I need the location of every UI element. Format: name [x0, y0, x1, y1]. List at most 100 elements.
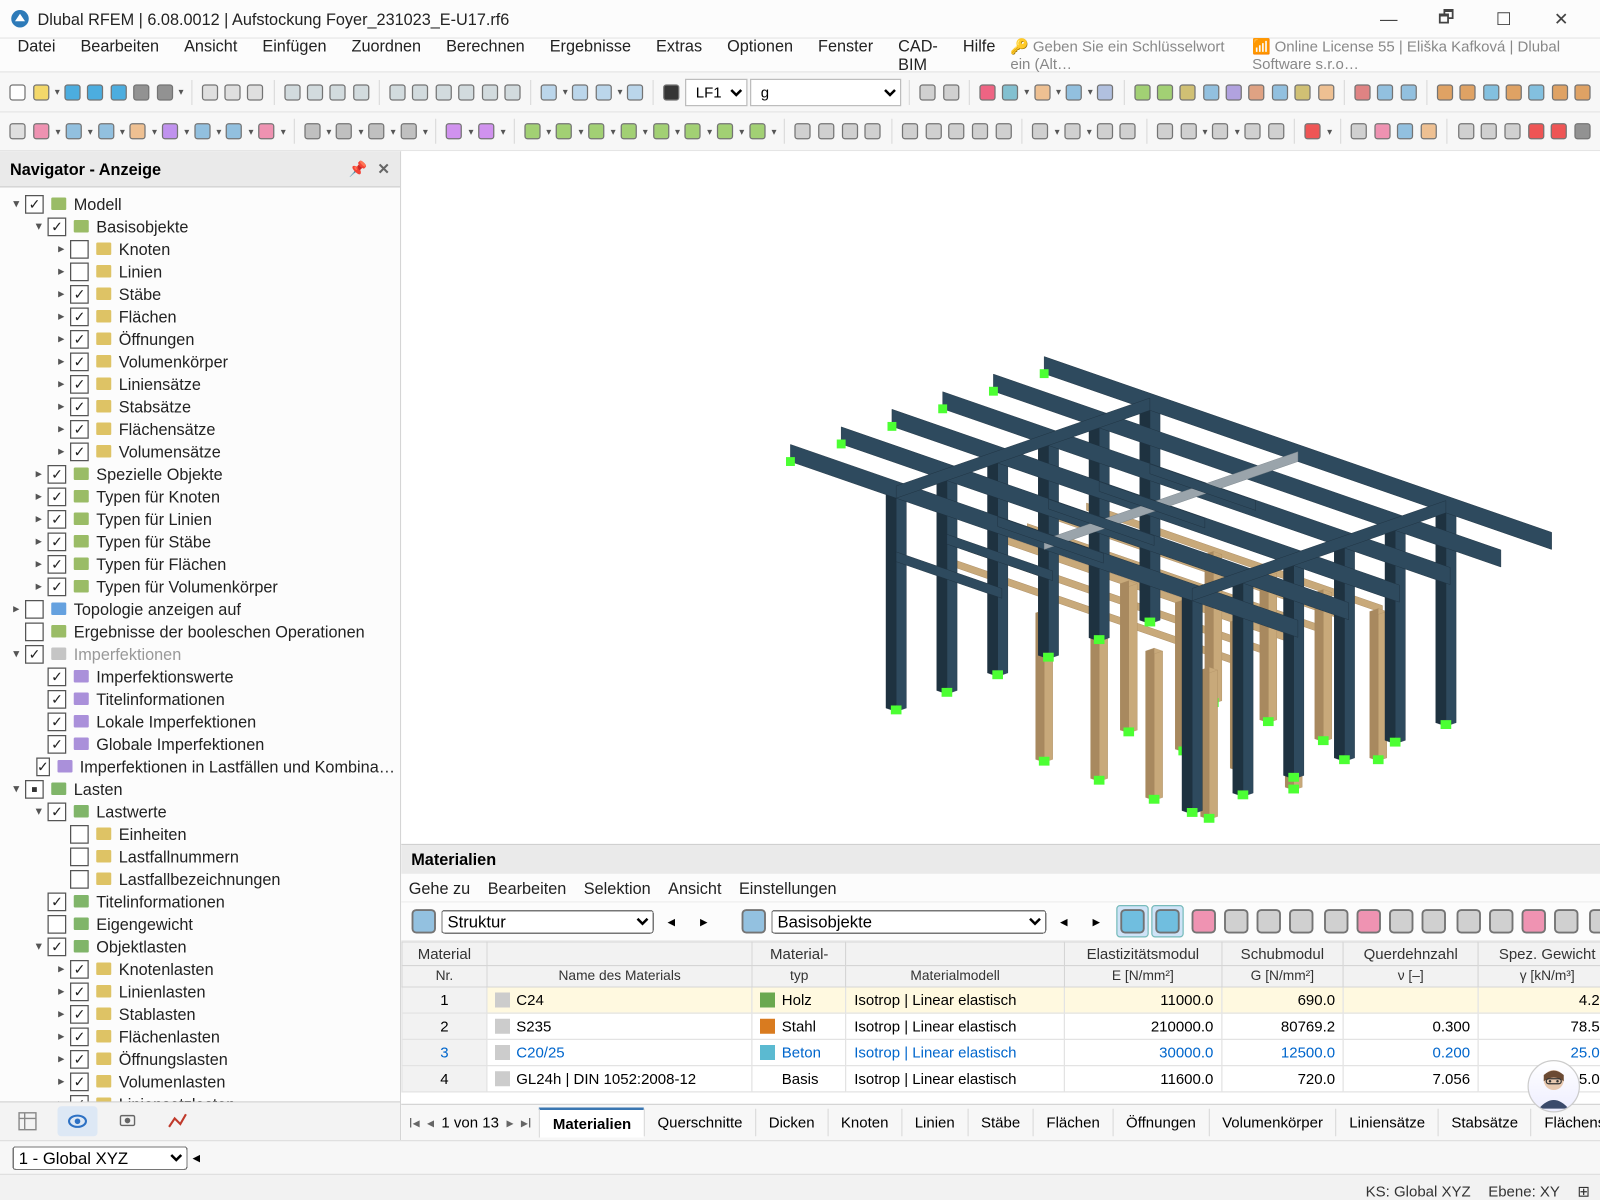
tree-twisty-icon[interactable]: ▸ [53, 399, 71, 413]
btab-dicken[interactable]: Dicken [755, 1109, 827, 1137]
r9[interactable] [1316, 78, 1336, 106]
cloud-button[interactable] [108, 78, 128, 106]
basis-prev[interactable]: ◂ [1049, 906, 1079, 936]
assistant-avatar[interactable] [1528, 1060, 1581, 1113]
l6[interactable] [1572, 118, 1593, 146]
e2[interactable] [554, 118, 575, 146]
i5[interactable] [1266, 118, 1287, 146]
tree-checkbox[interactable] [36, 757, 50, 776]
tree-twisty-icon[interactable]: ▸ [53, 1007, 71, 1021]
g3[interactable] [946, 118, 967, 146]
tree-twisty-icon[interactable]: ▸ [30, 579, 48, 593]
save-button[interactable] [62, 78, 82, 106]
d2[interactable] [476, 118, 497, 146]
e7[interactable] [715, 118, 736, 146]
c3[interactable] [366, 118, 387, 146]
view1[interactable] [282, 78, 302, 106]
tree-node[interactable]: ▸Knotenlasten [0, 958, 400, 981]
tree-twisty-icon[interactable]: ▸ [53, 264, 71, 278]
undo-button[interactable] [199, 78, 219, 106]
pager-next[interactable]: ▸ [506, 1114, 513, 1130]
btab-stäbe[interactable]: Stäbe [967, 1109, 1032, 1137]
tree-node[interactable]: Titelinformationen [0, 688, 400, 711]
h1[interactable] [1030, 118, 1051, 146]
m1[interactable] [1434, 78, 1454, 106]
tree-checkbox[interactable] [48, 892, 67, 911]
t1[interactable] [1352, 78, 1372, 106]
tree-twisty-icon[interactable]: ▸ [30, 489, 48, 503]
r3[interactable] [1178, 78, 1198, 106]
tree-node[interactable]: ▾Objektlasten [0, 935, 400, 958]
sel1[interactable] [539, 78, 559, 106]
material-row[interactable]: 3 C20/25 Beton Isotrop | Linear elastisc… [402, 1039, 1600, 1065]
tree-twisty-icon[interactable]: ▸ [53, 962, 71, 976]
mt-t6[interactable] [1386, 906, 1416, 936]
i3[interactable] [1210, 118, 1231, 146]
i4[interactable] [1242, 118, 1263, 146]
tree-checkbox[interactable] [70, 374, 89, 393]
tree-node[interactable]: Imperfektionswerte [0, 665, 400, 688]
struct-combo[interactable]: Struktur [441, 909, 654, 933]
mt-t11[interactable] [1551, 906, 1581, 936]
l3[interactable] [1502, 118, 1523, 146]
tree-checkbox[interactable] [48, 217, 67, 236]
m4[interactable] [1503, 78, 1523, 106]
b4[interactable] [127, 118, 148, 146]
g5[interactable] [993, 118, 1014, 146]
f1[interactable] [792, 118, 813, 146]
c2[interactable] [334, 118, 355, 146]
tree-twisty-icon[interactable]: ▸ [53, 287, 71, 301]
tree-checkbox[interactable] [70, 959, 89, 978]
r6[interactable] [1247, 78, 1267, 106]
mt-t12[interactable] [1586, 906, 1600, 936]
tree-checkbox[interactable] [70, 1049, 89, 1068]
nav-tab-views[interactable] [108, 1106, 148, 1136]
material-row[interactable]: 1 C24 Holz Isotrop | Linear elastisch 11… [402, 987, 1600, 1013]
tree-node[interactable]: ▸Flächenlasten [0, 1025, 400, 1048]
menu-fenster[interactable]: Fenster [806, 33, 886, 78]
btab-querschnitte[interactable]: Querschnitte [644, 1109, 755, 1137]
basis-combo[interactable]: Basisobjekte [771, 909, 1046, 933]
tree-checkbox[interactable] [70, 307, 89, 326]
mt-t1[interactable] [1221, 906, 1251, 936]
tree-twisty-icon[interactable]: ▸ [53, 1052, 71, 1066]
cs-prev[interactable]: ◂ [193, 1149, 201, 1167]
k3[interactable] [1395, 118, 1416, 146]
tree-twisty-icon[interactable]: ▾ [30, 219, 48, 233]
view2[interactable] [305, 78, 325, 106]
tree-node[interactable]: Globale Imperfektionen [0, 733, 400, 756]
s3[interactable] [1032, 78, 1052, 106]
tree-node[interactable]: Lastfallnummern [0, 845, 400, 868]
basis-next[interactable]: ▸ [1081, 906, 1111, 936]
tree-checkbox[interactable] [48, 532, 67, 551]
s4[interactable] [1063, 78, 1083, 106]
tree-checkbox[interactable] [25, 622, 44, 641]
tree-node[interactable]: ▸Öffnungen [0, 328, 400, 351]
r5[interactable] [1224, 78, 1244, 106]
m5[interactable] [1526, 78, 1546, 106]
menu-bearbeiten[interactable]: Bearbeiten [68, 33, 172, 78]
tree-checkbox[interactable] [48, 464, 67, 483]
tree-node[interactable]: ▸Typen für Flächen [0, 553, 400, 576]
status-zoom-icon[interactable]: ⊞ [1577, 1183, 1590, 1200]
menu-einfügen[interactable]: Einfügen [250, 33, 339, 78]
l4[interactable] [1525, 118, 1546, 146]
struct-prev[interactable]: ◂ [656, 906, 686, 936]
tree-twisty-icon[interactable]: ▸ [53, 354, 71, 368]
view3[interactable] [328, 78, 348, 106]
tree-node[interactable]: Lokale Imperfektionen [0, 710, 400, 733]
tree-node[interactable]: Titelinformationen [0, 890, 400, 913]
pager-first[interactable]: I◂ [409, 1114, 420, 1130]
nav-tab-display[interactable] [58, 1106, 98, 1136]
lf-g-icon[interactable] [661, 78, 681, 106]
tree-node[interactable]: ▸Flächensätze [0, 418, 400, 441]
restore-button[interactable]: 🗗 [1418, 0, 1476, 38]
tree-checkbox[interactable] [70, 262, 89, 281]
c1[interactable] [302, 118, 323, 146]
f4[interactable] [863, 118, 884, 146]
r1[interactable] [1132, 78, 1152, 106]
grid4[interactable] [456, 78, 476, 106]
tree-node[interactable]: Einheiten [0, 823, 400, 846]
h2[interactable] [1062, 118, 1083, 146]
tree-checkbox[interactable] [48, 577, 67, 596]
